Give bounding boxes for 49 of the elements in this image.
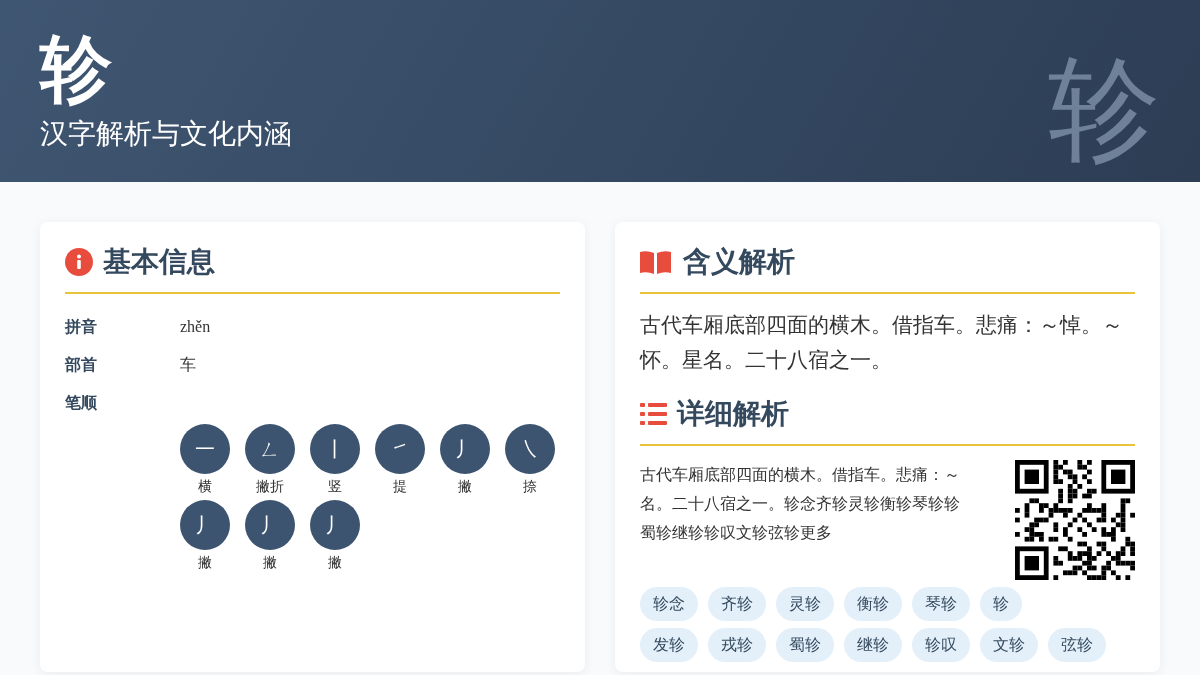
- detail-text: 蜀轸继轸轸叹文轸弦轸更多: [640, 523, 832, 543]
- section-title: 详细解析: [677, 397, 789, 431]
- subtitle: 汉字解析与文化内涵: [40, 117, 292, 151]
- section-title: 基本信息: [103, 245, 215, 279]
- word-tag[interactable]: 文轸: [980, 628, 1038, 662]
- stroke-glyph: ㄥ: [245, 424, 295, 474]
- watermark-character: 轸: [1048, 48, 1160, 172]
- stroke-label: 撇: [263, 554, 277, 572]
- word-tag[interactable]: 轸念: [640, 587, 698, 621]
- stroke-glyph: 丿: [310, 500, 360, 550]
- stroke-glyph: 丿: [180, 500, 230, 550]
- word-tag[interactable]: 轸叹: [912, 628, 970, 662]
- field-value: zhěn: [180, 318, 211, 336]
- word-tag[interactable]: 发轸: [640, 628, 698, 662]
- word-tag[interactable]: 继轸: [844, 628, 902, 662]
- info-icon: [65, 248, 93, 276]
- stroke-label: 横: [198, 478, 212, 496]
- detail-text: 名。二十八宿之一。轸念齐轸灵轸衡轸琴轸轸: [640, 494, 960, 514]
- word-tag[interactable]: 弦轸: [1048, 628, 1106, 662]
- field-label: 拼音: [65, 316, 98, 337]
- word-tag[interactable]: 蜀轸: [776, 628, 834, 662]
- stroke-glyph: 一: [180, 424, 230, 474]
- word-tag[interactable]: 衡轸: [844, 587, 902, 621]
- stroke-label: 撇: [458, 478, 472, 496]
- word-tag[interactable]: 戎轸: [708, 628, 766, 662]
- word-tag[interactable]: 琴轸: [912, 587, 970, 621]
- detail-text: 古代车厢底部四面的横木。借指车。悲痛：～: [640, 465, 960, 485]
- book-icon: [640, 250, 671, 274]
- stroke-glyph: ㇏: [505, 424, 555, 474]
- stroke-glyph: 丨: [310, 424, 360, 474]
- field-value: 车: [180, 354, 196, 375]
- stroke-label: 提: [393, 478, 407, 496]
- stroke-label: 撇折: [256, 478, 284, 496]
- field-label: 部首: [65, 354, 98, 375]
- stroke-label: 撇: [328, 554, 342, 572]
- character-title: 轸: [40, 29, 112, 112]
- meaning-text: 古代车厢底部四面的横木。借指车。悲痛：～悼。～怀。星名。二十八宿之一。: [640, 312, 1124, 374]
- word-tag[interactable]: 齐轸: [708, 587, 766, 621]
- stroke-label: 撇: [198, 554, 212, 572]
- section-title: 含义解析: [683, 245, 795, 279]
- stroke-label: 竖: [328, 478, 342, 496]
- stroke-glyph: 丿: [245, 500, 295, 550]
- list-icon: [640, 402, 667, 426]
- word-tag[interactable]: 灵轸: [776, 587, 834, 621]
- field-label: 笔顺: [65, 392, 98, 413]
- word-tag[interactable]: 轸: [980, 587, 1022, 621]
- stroke-label: 捺: [523, 478, 537, 496]
- stroke-glyph: 丿: [440, 424, 490, 474]
- stroke-glyph: ㇀: [375, 424, 425, 474]
